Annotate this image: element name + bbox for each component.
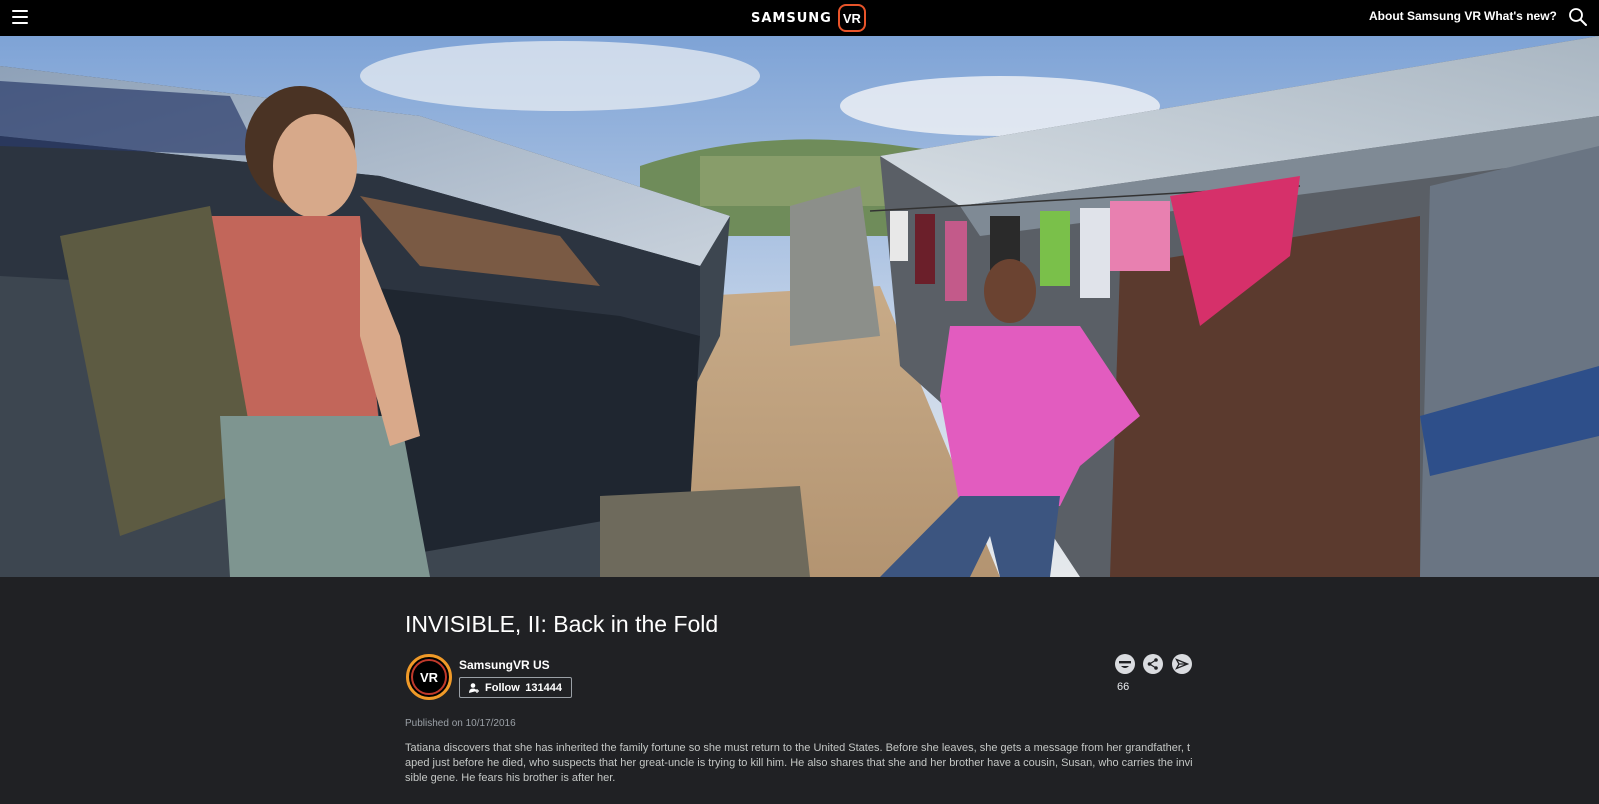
logo-vr-text: VR <box>842 10 861 26</box>
logo-vr-badge: VR <box>837 4 866 32</box>
video-hero-image[interactable] <box>0 36 1599 577</box>
follow-button[interactable]: Follow 131444 <box>459 677 572 698</box>
channel-avatar-badge: VR <box>411 659 447 695</box>
follow-label: Follow <box>485 681 520 694</box>
top-nav-bar: SAMSUNG VR About Samsung VR What's new? <box>0 0 1599 36</box>
logo-wordmark: SAMSUNG <box>751 10 832 26</box>
share-icon[interactable] <box>1143 654 1163 674</box>
video-description: Tatiana discovers that she has inherited… <box>405 742 1193 784</box>
hamburger-menu-icon[interactable] <box>12 10 28 24</box>
video-title: INVISIBLE, II: Back in the Fold <box>405 611 719 637</box>
reaction-face-icon[interactable] <box>1115 654 1135 674</box>
hero-scene-illustration <box>0 36 1599 577</box>
samsung-vr-logo[interactable]: SAMSUNG VR <box>751 3 866 33</box>
channel-name[interactable]: SamsungVR US <box>459 658 550 672</box>
send-icon[interactable] <box>1172 654 1192 674</box>
nav-about-samsung-vr[interactable]: About Samsung VR <box>1369 9 1481 23</box>
follower-count: 131444 <box>525 681 562 694</box>
published-date: Published on 10/17/2016 <box>405 718 516 729</box>
nav-whats-new[interactable]: What's new? <box>1484 9 1557 23</box>
search-icon[interactable] <box>1568 7 1588 27</box>
follow-user-icon <box>469 682 479 693</box>
channel-avatar[interactable]: VR <box>406 654 452 700</box>
reaction-count: 66 <box>1117 681 1130 693</box>
